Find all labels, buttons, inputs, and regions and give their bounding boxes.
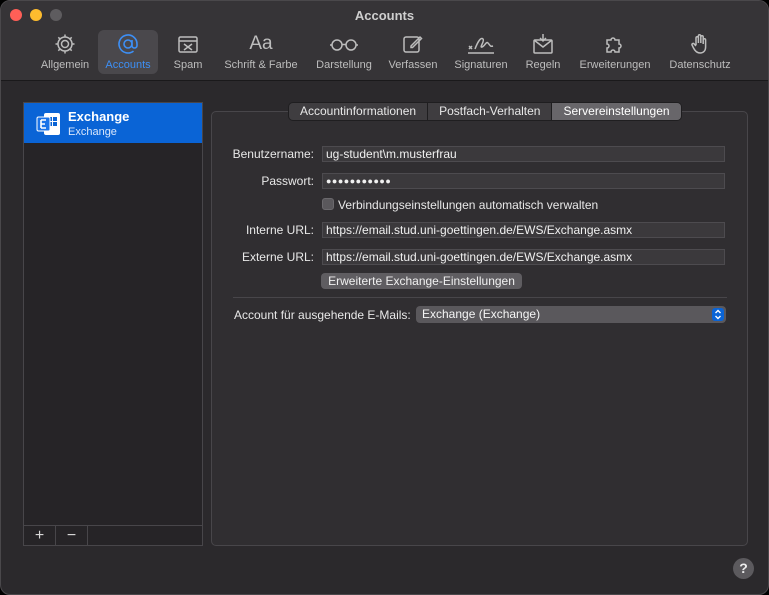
toolbar-item-erweiterungen[interactable]: Erweiterungen bbox=[574, 30, 656, 74]
font-icon: Aa bbox=[249, 32, 272, 56]
hand-icon bbox=[688, 32, 712, 56]
auto-manage-label: Verbindungseinstellungen automatisch ver… bbox=[338, 198, 599, 212]
internal-url-label: Interne URL: bbox=[245, 223, 314, 237]
toolbar-label: Darstellung bbox=[316, 59, 372, 71]
toolbar-label: Schrift & Farbe bbox=[224, 59, 298, 71]
outgoing-account-select[interactable]: Exchange (Exchange) bbox=[416, 306, 726, 323]
section-divider bbox=[233, 297, 727, 298]
toolbar-item-regeln[interactable]: Regeln bbox=[521, 30, 565, 74]
toolbar-item-darstellung[interactable]: Darstellung bbox=[311, 30, 377, 74]
sidebar-button-bar: + − bbox=[24, 525, 202, 545]
tab-accountinformationen[interactable]: Accountinformationen bbox=[289, 103, 429, 120]
advanced-exchange-settings-button[interactable]: Erweiterte Exchange-Einstellungen bbox=[321, 273, 522, 289]
add-account-button[interactable]: + bbox=[24, 526, 56, 545]
account-name: Exchange bbox=[68, 109, 130, 124]
outgoing-account-value: Exchange (Exchange) bbox=[422, 307, 541, 321]
signature-icon bbox=[466, 32, 496, 56]
toolbar-label: Erweiterungen bbox=[579, 59, 651, 71]
mail-preferences-window: Accounts Allgemein Accounts Spam Aa Schr… bbox=[0, 0, 769, 595]
password-label: Passwort: bbox=[261, 174, 314, 188]
chevron-updown-icon bbox=[712, 308, 724, 321]
toolbar-label: Spam bbox=[173, 59, 203, 71]
outgoing-account-label: Account für ausgehende E-Mails: bbox=[234, 308, 411, 322]
glasses-icon bbox=[329, 32, 359, 56]
toolbar-label: Signaturen bbox=[454, 59, 508, 71]
toolbar-item-accounts[interactable]: Accounts bbox=[98, 30, 158, 74]
username-label: Benutzername: bbox=[232, 147, 314, 161]
external-url-label: Externe URL: bbox=[241, 250, 314, 264]
toolbar-item-datenschutz[interactable]: Datenschutz bbox=[664, 30, 736, 74]
tab-servereinstellungen[interactable]: Servereinstellungen bbox=[552, 103, 681, 120]
auto-manage-checkbox[interactable] bbox=[322, 198, 334, 210]
internal-url-field[interactable]: https://email.stud.uni-goettingen.de/EWS… bbox=[322, 222, 725, 238]
account-type: Exchange bbox=[68, 126, 117, 138]
username-field[interactable]: ug-student\m.musterfrau bbox=[322, 146, 725, 162]
account-list-item[interactable]: Exchange Exchange bbox=[24, 103, 202, 143]
exchange-icon bbox=[36, 113, 60, 135]
accounts-sidebar: Exchange Exchange + − bbox=[23, 102, 203, 546]
window-title: Accounts bbox=[354, 8, 415, 23]
rules-envelope-icon bbox=[531, 32, 555, 56]
puzzle-icon bbox=[603, 32, 627, 56]
toolbar-label: Regeln bbox=[525, 59, 561, 71]
titlebar: Accounts Allgemein Accounts Spam Aa Schr… bbox=[1, 1, 768, 81]
toolbar-label: Accounts bbox=[105, 59, 151, 71]
external-url-field[interactable]: https://email.stud.uni-goettingen.de/EWS… bbox=[322, 249, 725, 265]
gear-icon bbox=[53, 32, 77, 56]
toolbar-item-schrift-farbe[interactable]: Aa Schrift & Farbe bbox=[218, 30, 304, 74]
help-button[interactable]: ? bbox=[733, 558, 754, 579]
toolbar-item-verfassen[interactable]: Verfassen bbox=[385, 30, 441, 74]
password-field[interactable]: ●●●●●●●●●●● bbox=[322, 173, 725, 189]
junk-tray-icon bbox=[176, 32, 200, 56]
font-icon-glyph: Aa bbox=[249, 33, 273, 54]
compose-icon bbox=[401, 32, 425, 56]
toolbar-item-allgemein[interactable]: Allgemein bbox=[32, 30, 98, 74]
tab-postfach-verhalten[interactable]: Postfach-Verhalten bbox=[428, 103, 553, 120]
toolbar-label: Datenschutz bbox=[669, 59, 731, 71]
toolbar-label: Allgemein bbox=[40, 59, 90, 71]
remove-account-button[interactable]: − bbox=[56, 526, 88, 545]
toolbar-label: Verfassen bbox=[388, 59, 438, 71]
account-tabs: Accountinformationen Postfach-Verhalten … bbox=[288, 102, 682, 121]
at-icon bbox=[116, 32, 140, 56]
toolbar-item-signaturen[interactable]: Signaturen bbox=[450, 30, 512, 74]
toolbar-item-spam[interactable]: Spam bbox=[166, 30, 210, 74]
